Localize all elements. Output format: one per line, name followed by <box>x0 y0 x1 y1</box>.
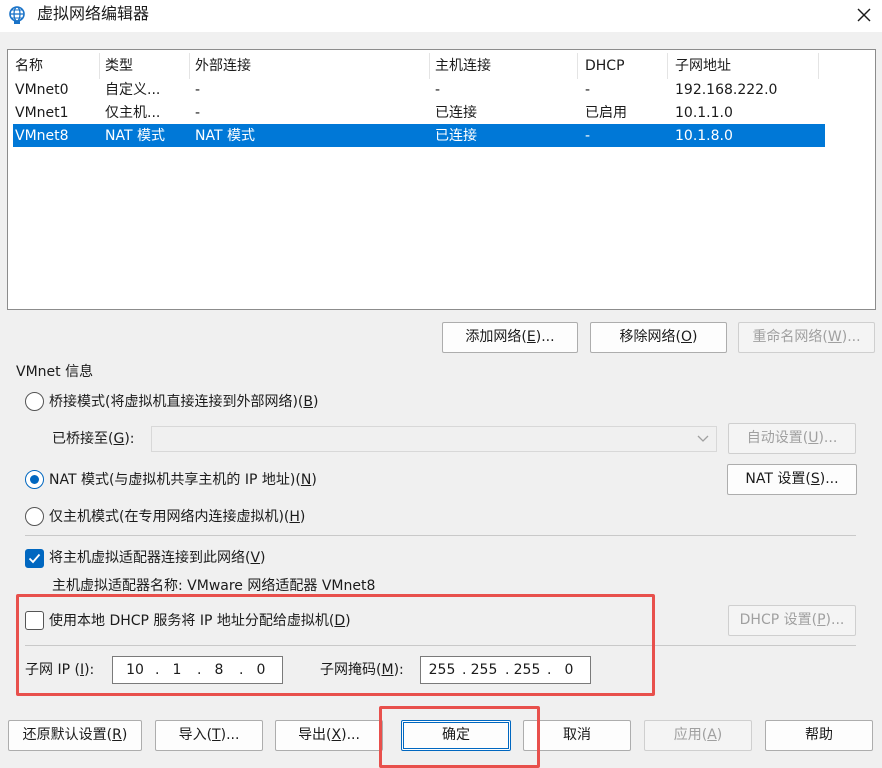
button-label: DHCP 设置(P)... <box>739 612 845 628</box>
button-label: 帮助 <box>805 727 833 743</box>
cell-name: VMnet8 <box>15 128 69 144</box>
table-row[interactable]: VMnet0 自定义... - - - 192.168.222.0 <box>13 78 825 101</box>
ip-octet[interactable]: 10 <box>118 660 152 680</box>
divider <box>25 535 856 536</box>
octet-separator: . <box>197 662 202 678</box>
column-header-name[interactable]: 名称 <box>15 56 100 76</box>
table-row[interactable]: VMnet1 仅主机... - 已连接 已启用 10.1.1.0 <box>13 101 825 124</box>
nat-settings-button[interactable]: NAT 设置(S)... <box>727 464 857 495</box>
apply-button[interactable]: 应用(A) <box>644 720 752 751</box>
subnet-mask-label: 子网掩码(M): <box>320 662 404 678</box>
bridged-to-label: 已桥接至(G): <box>52 431 135 447</box>
use-dhcp-checkbox[interactable] <box>25 611 44 630</box>
button-label: 移除网络(O) <box>619 329 698 345</box>
button-label: 导出(X)... <box>298 727 360 743</box>
column-divider[interactable] <box>577 53 578 79</box>
cell-external: - <box>195 82 201 98</box>
mask-octet[interactable]: 255 <box>510 660 544 680</box>
mask-octet[interactable]: 0 <box>552 660 586 680</box>
cell-dhcp: - <box>585 128 591 144</box>
nat-mode-radio[interactable] <box>25 470 44 489</box>
mask-octet[interactable]: 255 <box>467 660 501 680</box>
nat-mode-label[interactable]: NAT 模式(与虚拟机共享主机的 IP 地址)(N) <box>49 470 317 490</box>
cell-type: 自定义... <box>105 82 161 98</box>
ip-octet[interactable]: 1 <box>160 660 194 680</box>
column-header-type[interactable]: 类型 <box>105 56 190 76</box>
octet-separator: . <box>239 662 244 678</box>
button-label: 导入(T)... <box>178 727 240 743</box>
rename-network-button[interactable]: 重命名网络(W)... <box>738 322 875 353</box>
cell-host: 已连接 <box>435 128 477 144</box>
network-list[interactable]: 名称 类型 外部连接 主机连接 DHCP 子网地址 VMnet0 自定义... … <box>7 49 876 310</box>
ok-button[interactable]: 确定 <box>401 720 511 751</box>
cell-dhcp: 已启用 <box>585 105 627 121</box>
cell-subnet: 10.1.1.0 <box>675 105 733 121</box>
column-divider[interactable] <box>818 53 819 79</box>
column-divider[interactable] <box>99 53 100 79</box>
close-icon[interactable] <box>852 3 876 27</box>
octet-separator: . <box>462 662 467 678</box>
button-label: 确定 <box>442 727 470 743</box>
button-label: 取消 <box>563 727 591 743</box>
subnet-mask-field[interactable]: 255 . 255 . 255 . 0 <box>420 656 591 684</box>
ip-octet[interactable]: 0 <box>244 660 278 680</box>
ip-octet[interactable]: 8 <box>202 660 236 680</box>
help-button[interactable]: 帮助 <box>765 720 873 751</box>
cell-type: 仅主机... <box>105 105 161 121</box>
vmnet-info-label: VMnet 信息 <box>16 364 94 380</box>
column-divider[interactable] <box>667 53 668 79</box>
host-only-label[interactable]: 仅主机模式(在专用网络内连接虚拟机)(H) <box>49 507 305 527</box>
cell-subnet: 192.168.222.0 <box>675 82 778 98</box>
cell-host: 已连接 <box>435 105 477 121</box>
subnet-ip-label: 子网 IP (I): <box>25 662 95 678</box>
cancel-button[interactable]: 取消 <box>523 720 631 751</box>
remove-network-button[interactable]: 移除网络(O) <box>590 322 727 353</box>
auto-settings-button[interactable]: 自动设置(U)... <box>728 423 856 454</box>
octet-separator: . <box>547 662 552 678</box>
mask-octet[interactable]: 255 <box>425 660 459 680</box>
octet-separator: . <box>155 662 160 678</box>
restore-defaults-button[interactable]: 还原默认设置(R) <box>8 720 142 751</box>
cell-name: VMnet1 <box>15 105 69 121</box>
dhcp-settings-button[interactable]: DHCP 设置(P)... <box>728 605 856 636</box>
bridged-mode-label[interactable]: 桥接模式(将虚拟机直接连接到外部网络)(B) <box>49 392 318 412</box>
adapter-name-text: 主机虚拟适配器名称: VMware 网络适配器 VMnet8 <box>52 578 376 594</box>
add-network-button[interactable]: 添加网络(E)... <box>442 322 578 353</box>
cell-subnet: 10.1.8.0 <box>675 128 733 144</box>
button-label: NAT 设置(S)... <box>745 471 839 487</box>
table-row-selected[interactable]: VMnet8 NAT 模式 NAT 模式 已连接 - 10.1.8.0 <box>13 124 825 147</box>
column-divider[interactable] <box>429 53 430 79</box>
button-label: 重命名网络(W)... <box>752 329 861 345</box>
host-only-radio[interactable] <box>25 507 44 526</box>
column-header-host[interactable]: 主机连接 <box>435 56 575 76</box>
cell-type: NAT 模式 <box>105 128 165 144</box>
cell-name: VMnet0 <box>15 82 69 98</box>
subnet-ip-field[interactable]: 10 . 1 . 8 . 0 <box>112 656 283 684</box>
connect-adapter-checkbox[interactable] <box>25 549 44 568</box>
cell-external: NAT 模式 <box>195 128 255 144</box>
use-dhcp-label[interactable]: 使用本地 DHCP 服务将 IP 地址分配给虚拟机(D) <box>49 611 351 631</box>
bridged-to-dropdown[interactable] <box>151 426 717 452</box>
import-button[interactable]: 导入(T)... <box>155 720 263 751</box>
cell-external: - <box>195 105 201 121</box>
column-header-external[interactable]: 外部连接 <box>195 56 430 76</box>
globe-icon <box>9 6 25 24</box>
window-title: 虚拟网络编辑器 <box>37 4 150 23</box>
export-button[interactable]: 导出(X)... <box>275 720 383 751</box>
checkmark-icon <box>28 553 41 564</box>
button-label: 还原默认设置(R) <box>22 727 128 743</box>
cell-dhcp: - <box>585 82 591 98</box>
column-header-dhcp[interactable]: DHCP <box>585 56 665 76</box>
button-label: 应用(A) <box>673 727 723 743</box>
button-label: 自动设置(U)... <box>746 430 838 446</box>
button-label: 添加网络(E)... <box>465 329 555 345</box>
bridged-mode-radio[interactable] <box>25 392 44 411</box>
connect-adapter-label[interactable]: 将主机虚拟适配器连接到此网络(V) <box>49 548 266 568</box>
column-divider[interactable] <box>189 53 190 79</box>
column-header-subnet[interactable]: 子网地址 <box>675 56 815 76</box>
divider <box>25 645 856 646</box>
chevron-down-icon[interactable] <box>695 430 711 446</box>
octet-separator: . <box>505 662 510 678</box>
cell-host: - <box>435 82 441 98</box>
